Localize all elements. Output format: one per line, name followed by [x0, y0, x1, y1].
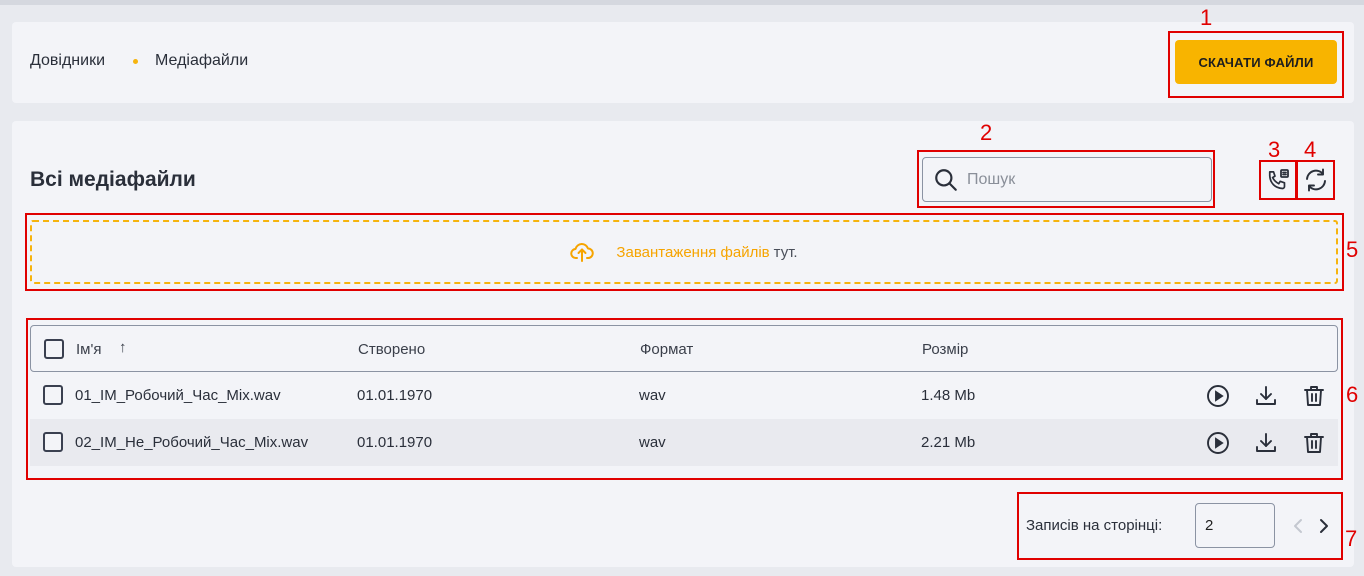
annotation-number-6: 6	[1346, 382, 1359, 407]
header-card: Довідники Медіафайли СКАЧАТИ ФАЙЛИ	[12, 22, 1354, 103]
annotation-box-4	[1296, 160, 1335, 200]
annotation-number-5: 5	[1346, 237, 1359, 262]
annotation-number-7: 7	[1345, 526, 1358, 551]
annotation-number-2: 2	[980, 120, 993, 145]
annotation-number-3: 3	[1268, 137, 1281, 162]
annotation-box-6	[26, 318, 1343, 480]
annotation-box-1	[1168, 31, 1344, 98]
breadcrumb: Довідники Медіафайли	[30, 52, 248, 70]
annotation-box-7	[1017, 492, 1343, 560]
annotation-box-3	[1259, 160, 1297, 200]
page-title: Всі медіафайли	[30, 168, 196, 191]
annotation-number-4: 4	[1304, 137, 1317, 162]
annotation-box-5	[25, 213, 1344, 291]
annotation-box-2	[917, 150, 1215, 208]
breadcrumb-root-link[interactable]: Довідники	[30, 52, 105, 70]
breadcrumb-current: Медіафайли	[155, 52, 249, 69]
annotation-number-1: 1	[1200, 5, 1213, 30]
breadcrumb-separator-dot	[133, 58, 139, 64]
top-divider	[0, 0, 1364, 5]
